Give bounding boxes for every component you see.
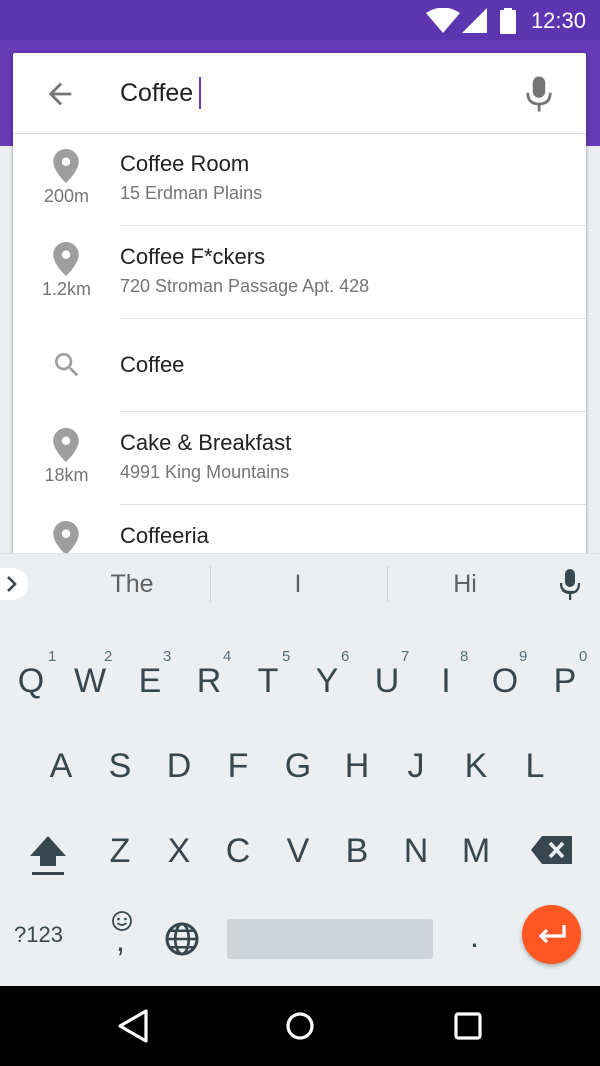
key-f[interactable]: F: [208, 747, 268, 786]
clock: 12:30: [530, 8, 586, 33]
place-icon: [53, 428, 79, 462]
result-address: 4991 King Mountains: [120, 462, 290, 482]
enter-button[interactable]: [522, 905, 581, 964]
key-hint: 1: [48, 648, 57, 665]
key-y[interactable]: Y: [297, 662, 357, 701]
key-a[interactable]: A: [31, 747, 91, 786]
text-cursor: [199, 77, 201, 109]
key-b[interactable]: B: [327, 832, 387, 871]
mic-icon[interactable]: [524, 75, 554, 113]
symbols-key[interactable]: ?123: [14, 922, 63, 948]
place-icon: [53, 149, 79, 183]
suggestion-strip: The I Hi: [0, 553, 600, 613]
key-hint: 2: [104, 648, 113, 665]
key-hint: 8: [460, 648, 469, 665]
result-title: Cake & Breakfast: [120, 430, 292, 455]
chevron-right-icon: [7, 576, 17, 592]
key-t[interactable]: T: [238, 662, 298, 701]
distance-label: 18km: [44, 465, 89, 485]
key-hint: 3: [163, 648, 172, 665]
result-address: 15 Erdman Plains: [120, 183, 263, 203]
enter-arrow-icon: [538, 925, 566, 944]
result-title: Coffee Room: [120, 151, 250, 176]
list-item[interactable]: 1.2km Coffee F*ckers 720 Stroman Passage…: [13, 226, 586, 319]
period-key[interactable]: .: [470, 918, 479, 955]
list-item[interactable]: 18km Cake & Breakfast 4991 King Mountain…: [13, 412, 586, 505]
key-x[interactable]: X: [149, 832, 209, 871]
key-k[interactable]: K: [446, 747, 506, 786]
search-bar: [13, 53, 586, 134]
key-e[interactable]: E: [120, 662, 180, 701]
place-icon: [53, 521, 79, 555]
navigation-bar: [0, 986, 600, 1066]
key-m[interactable]: M: [446, 832, 506, 871]
shift-icon[interactable]: [28, 834, 68, 878]
distance-label: 1.2km: [41, 279, 92, 299]
wifi-icon: [426, 8, 460, 33]
status-bar: 12:30: [0, 0, 600, 40]
divider: [387, 566, 388, 602]
search-icon: [55, 353, 79, 377]
list-item[interactable]: 200m Coffee Room 15 Erdman Plains: [13, 133, 586, 226]
cell-signal-icon: [462, 8, 487, 33]
suggestion-2[interactable]: I: [223, 570, 373, 599]
suggestion-3[interactable]: Hi: [390, 570, 540, 599]
backspace-icon[interactable]: [530, 834, 574, 866]
divider: [210, 566, 211, 602]
key-hint: 5: [282, 648, 291, 665]
key-p[interactable]: P: [535, 662, 595, 701]
key-z[interactable]: Z: [90, 832, 150, 871]
key-n[interactable]: N: [386, 832, 446, 871]
back-nav-icon[interactable]: [116, 1008, 150, 1044]
key-u[interactable]: U: [357, 662, 417, 701]
key-hint: 9: [519, 648, 528, 665]
result-address: 720 Stroman Passage Apt. 428: [120, 276, 370, 296]
key-s[interactable]: S: [90, 747, 150, 786]
result-title: Coffeeria: [120, 523, 209, 548]
key-r[interactable]: R: [179, 662, 239, 701]
spacebar[interactable]: [227, 919, 433, 959]
comma-key[interactable]: ,: [116, 922, 125, 959]
recents-nav-icon[interactable]: [454, 1012, 482, 1040]
key-hint: 7: [401, 648, 410, 665]
language-globe-icon[interactable]: [164, 921, 200, 957]
result-title: Coffee: [120, 352, 185, 377]
key-w[interactable]: W: [60, 662, 120, 701]
key-hint: 0: [579, 648, 588, 665]
key-o[interactable]: O: [475, 662, 535, 701]
voice-input-icon[interactable]: [558, 568, 582, 602]
list-item[interactable]: Coffee: [13, 319, 586, 412]
home-nav-icon[interactable]: [285, 1011, 315, 1041]
search-input[interactable]: [120, 73, 500, 113]
suggestion-1[interactable]: The: [57, 570, 207, 599]
back-arrow-icon[interactable]: [43, 77, 77, 111]
search-card: 200m Coffee Room 15 Erdman Plains 1.2km …: [13, 53, 586, 573]
result-title: Coffee F*ckers: [120, 244, 266, 269]
key-hint: 4: [223, 648, 232, 665]
place-icon: [53, 242, 79, 276]
keyboard: Q W E R T Y U I O P 1 2 3 4 5 6 7 8 9 0 …: [0, 612, 600, 986]
key-h[interactable]: H: [327, 747, 387, 786]
key-v[interactable]: V: [268, 832, 328, 871]
key-j[interactable]: J: [386, 747, 446, 786]
key-l[interactable]: L: [505, 747, 565, 786]
key-d[interactable]: D: [149, 747, 209, 786]
distance-label: 200m: [43, 186, 90, 206]
key-i[interactable]: I: [416, 662, 476, 701]
key-q[interactable]: Q: [1, 662, 61, 701]
expand-suggestions-button[interactable]: [0, 568, 28, 600]
key-g[interactable]: G: [268, 747, 328, 786]
battery-icon: [500, 8, 516, 34]
key-c[interactable]: C: [208, 832, 268, 871]
key-hint: 6: [341, 648, 350, 665]
